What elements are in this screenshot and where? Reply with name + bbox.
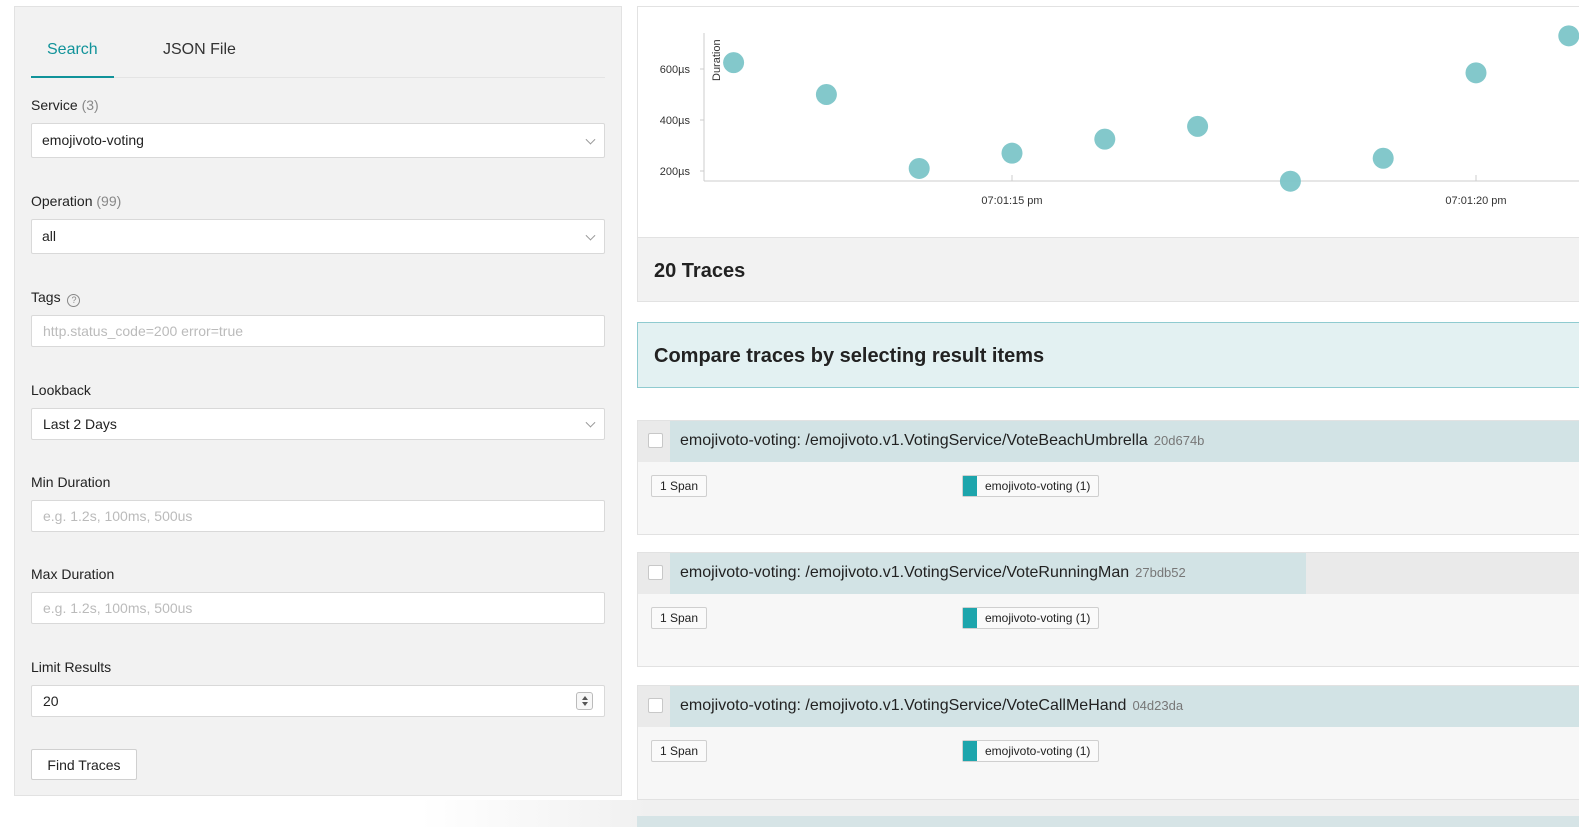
y-axis-label: Duration xyxy=(711,39,723,81)
search-panel: Search JSON File Service (3) emojivoto-v… xyxy=(14,6,622,796)
x-tick-label: 07:01:20 pm xyxy=(1445,195,1506,207)
operation-label: Operation (99) xyxy=(31,193,121,209)
next-trace-item-edge xyxy=(637,816,1579,827)
trace-point[interactable] xyxy=(815,84,837,105)
trace-point[interactable] xyxy=(1465,62,1487,84)
span-count-badge: 1 Span xyxy=(651,607,708,629)
lookback-label: Lookback xyxy=(31,382,91,398)
trace-id: 27bdb52 xyxy=(1135,565,1186,580)
service-tag: emojivoto-voting (1) xyxy=(962,740,1100,762)
traces-count-header: 20 Traces xyxy=(637,238,1579,302)
trace-point[interactable] xyxy=(1094,128,1116,150)
service-select[interactable]: emojivoto-voting xyxy=(31,123,605,158)
number-stepper-icon[interactable] xyxy=(576,692,593,710)
trace-title[interactable]: emojivoto-voting: /emojivoto.v1.VotingSe… xyxy=(680,564,1186,582)
trace-name[interactable]: emojivoto-voting: /emojivoto.v1.VotingSe… xyxy=(680,564,1129,581)
chevron-down-icon xyxy=(585,417,596,428)
service-tag: emojivoto-voting (1) xyxy=(962,607,1100,629)
compare-banner: Compare traces by selecting result items xyxy=(637,322,1579,388)
limit-results-value: 20 xyxy=(43,693,59,709)
chevron-down-icon xyxy=(585,230,596,241)
trace-result-item[interactable]: emojivoto-voting: /emojivoto.v1.VotingSe… xyxy=(637,552,1579,667)
limit-results-input[interactable]: 20 xyxy=(31,685,605,717)
trace-point[interactable] xyxy=(1372,147,1394,169)
trace-point[interactable] xyxy=(1187,115,1209,137)
service-label: Service (3) xyxy=(31,97,99,113)
y-tick-label: 600µs xyxy=(660,64,691,76)
service-select-value: emojivoto-voting xyxy=(42,132,144,148)
trace-select-checkbox[interactable] xyxy=(648,433,663,448)
chevron-down-icon xyxy=(585,134,596,145)
trace-select-checkbox[interactable] xyxy=(648,698,663,713)
trace-id: 04d23da xyxy=(1132,698,1184,713)
lookback-select[interactable]: Last 2 Days xyxy=(31,408,605,440)
operation-count: (99) xyxy=(96,193,122,209)
min-duration-input[interactable] xyxy=(31,500,605,532)
service-count: (3) xyxy=(81,97,99,113)
service-tag: emojivoto-voting (1) xyxy=(962,475,1100,497)
operation-select-value: all xyxy=(42,228,57,244)
help-icon[interactable]: ? xyxy=(67,294,81,307)
duration-scatter-chart: 200µs 400µs 600µs 07:01:15 pm 07:01:20 pm D… xyxy=(637,6,1579,238)
active-tab-indicator xyxy=(31,76,114,78)
find-traces-button[interactable]: Find Traces xyxy=(31,749,137,780)
trace-name[interactable]: emojivoto-voting: /emojivoto.v1.VotingSe… xyxy=(680,697,1126,714)
scatter-plot-svg: 200µs 400µs 600µs 07:01:15 pm 07:01:20 pm D… xyxy=(660,25,1579,207)
search-tabs: Search JSON File xyxy=(31,7,605,78)
tab-search[interactable]: Search xyxy=(47,41,98,59)
tags-label-text: Tags xyxy=(31,289,61,305)
span-count-badge: 1 Span xyxy=(651,475,708,497)
trace-point[interactable] xyxy=(1001,142,1023,164)
trace-select-checkbox[interactable] xyxy=(648,565,663,580)
tab-json-file[interactable]: JSON File xyxy=(163,41,236,59)
max-duration-label: Max Duration xyxy=(31,566,115,582)
span-count-badge: 1 Span xyxy=(651,740,708,762)
trace-title[interactable]: emojivoto-voting: /emojivoto.v1.VotingSe… xyxy=(680,697,1183,715)
service-label-text: Service xyxy=(31,97,78,113)
trace-result-item[interactable]: emojivoto-voting: /emojivoto.v1.VotingSe… xyxy=(637,685,1579,800)
y-tick-label: 400µs xyxy=(660,115,691,127)
trace-name[interactable]: emojivoto-voting: /emojivoto.v1.VotingSe… xyxy=(680,432,1148,449)
limit-results-label: Limit Results xyxy=(31,659,112,675)
service-color-swatch xyxy=(963,608,977,628)
trace-title[interactable]: emojivoto-voting: /emojivoto.v1.VotingSe… xyxy=(680,432,1204,450)
compare-message: Compare traces by selecting result items xyxy=(654,345,1045,367)
max-duration-input[interactable] xyxy=(31,592,605,624)
service-color-swatch xyxy=(963,741,977,761)
trace-title-bar[interactable]: emojivoto-voting: /emojivoto.v1.VotingSe… xyxy=(638,553,1579,594)
traces-count: 20 Traces xyxy=(654,260,746,282)
trace-result-item[interactable]: emojivoto-voting: /emojivoto.v1.VotingSe… xyxy=(637,420,1579,535)
trace-title-bar[interactable]: emojivoto-voting: /emojivoto.v1.VotingSe… xyxy=(638,421,1579,462)
y-tick-label: 200µs xyxy=(660,166,691,178)
stepper-up-icon[interactable] xyxy=(582,696,588,700)
service-tag-label: emojivoto-voting (1) xyxy=(985,611,1091,625)
trace-point[interactable] xyxy=(1558,25,1579,47)
x-tick-label: 07:01:15 pm xyxy=(981,195,1042,207)
lookback-select-value: Last 2 Days xyxy=(43,416,117,432)
trace-point[interactable] xyxy=(908,157,930,179)
trace-point[interactable] xyxy=(723,52,745,74)
operation-label-text: Operation xyxy=(31,193,93,209)
min-duration-label: Min Duration xyxy=(31,474,111,490)
trace-title-bar[interactable]: emojivoto-voting: /emojivoto.v1.VotingSe… xyxy=(638,686,1579,727)
service-tag-label: emojivoto-voting (1) xyxy=(985,744,1091,758)
trace-id: 20d674b xyxy=(1153,433,1205,448)
tags-input[interactable] xyxy=(31,315,605,347)
tags-label: Tags ? xyxy=(31,289,81,307)
operation-select[interactable]: all xyxy=(31,219,605,254)
stepper-down-icon[interactable] xyxy=(582,702,588,706)
service-color-swatch xyxy=(963,476,977,496)
service-tag-label: emojivoto-voting (1) xyxy=(985,479,1091,493)
trace-point[interactable] xyxy=(1279,170,1301,192)
